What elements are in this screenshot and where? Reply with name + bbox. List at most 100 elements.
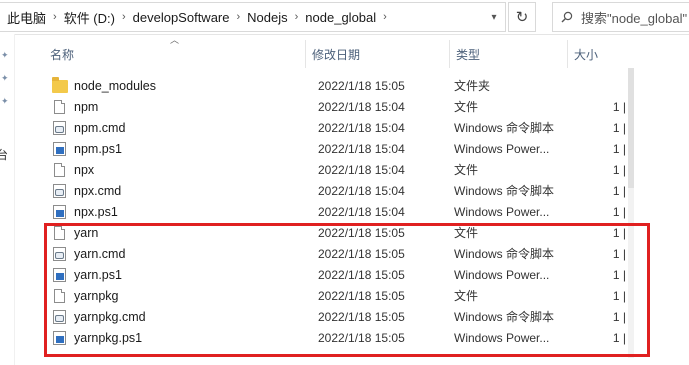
address-bar: 此电脑 › 软件 (D:) › developSoftware › Nodejs…: [0, 0, 689, 35]
pin-icon: ✦: [1, 96, 9, 106]
file-name: yarnpkg.cmd: [74, 309, 146, 324]
file-name: npm.ps1: [74, 141, 122, 156]
scrollbar-thumb[interactable]: [628, 68, 634, 188]
chevron-right-icon[interactable]: ›: [291, 11, 303, 23]
file-name-cell[interactable]: npx.cmd: [44, 183, 306, 198]
file-row[interactable]: node_modules 2022/1/18 15:05 文件夹: [44, 75, 634, 96]
column-name[interactable]: ︿ 名称: [44, 35, 306, 68]
file-row[interactable]: yarnpkg.cmd 2022/1/18 15:05 Windows 命令脚本 1 …: [44, 306, 634, 327]
chevron-right-icon[interactable]: ›: [118, 11, 130, 23]
file-name-cell[interactable]: yarn.ps1: [44, 267, 306, 282]
column-date[interactable]: 修改日期: [306, 40, 450, 68]
powershell-icon: [53, 330, 66, 345]
file-date: 2022/1/18 15:05: [318, 246, 405, 261]
powershell-icon: [53, 141, 66, 156]
folder-icon: [52, 77, 68, 93]
file-name-cell[interactable]: yarnpkg.cmd: [44, 309, 306, 324]
file-name-cell[interactable]: npm.cmd: [44, 120, 306, 135]
column-size[interactable]: 大小: [568, 40, 628, 68]
file-size: 1 |: [612, 162, 626, 177]
breadcrumb-item[interactable]: 此电脑: [4, 8, 49, 27]
file-icon: [54, 162, 65, 177]
address-history-dropdown[interactable]: ▾: [482, 3, 505, 31]
file-row[interactable]: yarnpkg.ps1 2022/1/18 15:05 Windows Power.…: [44, 327, 634, 348]
file-name-cell[interactable]: yarnpkg: [44, 288, 306, 303]
navigation-pane: ✦ ✦ ✦ 台: [0, 34, 15, 365]
cmd-script-icon: [53, 120, 66, 135]
file-name: yarn: [74, 225, 99, 240]
breadcrumb-item[interactable]: Nodejs: [244, 10, 290, 25]
file-name: npx: [74, 162, 95, 177]
file-name: yarn.ps1: [74, 267, 122, 282]
file-row[interactable]: npm.ps1 2022/1/18 15:04 Windows Power... 1 …: [44, 138, 634, 159]
file-date: 2022/1/18 15:04: [318, 183, 405, 198]
file-name-cell[interactable]: npm: [44, 99, 306, 114]
file-name: npx.cmd: [74, 183, 122, 198]
file-name-cell[interactable]: yarnpkg.ps1: [44, 330, 306, 345]
file-row[interactable]: npx.ps1 2022/1/18 15:04 Windows Power... 1 …: [44, 201, 634, 222]
breadcrumb[interactable]: 此电脑 › 软件 (D:) › developSoftware › Nodejs…: [0, 2, 506, 32]
file-row[interactable]: yarnpkg 2022/1/18 15:05 文件 1 |: [44, 285, 634, 306]
file-size: 1 |: [612, 267, 626, 282]
file-size: 1 |: [612, 288, 626, 303]
nav-item-label[interactable]: 台: [0, 146, 8, 163]
file-date: 2022/1/18 15:05: [318, 330, 405, 345]
file-date: 2022/1/18 15:05: [318, 267, 405, 282]
file-type: 文件: [454, 289, 479, 303]
file-row[interactable]: npx.cmd 2022/1/18 15:04 Windows 命令脚本 1 |: [44, 180, 634, 201]
column-type[interactable]: 类型: [450, 40, 568, 68]
file-row[interactable]: npx 2022/1/18 15:04 文件 1 |: [44, 159, 634, 180]
breadcrumb-list: 此电脑 › 软件 (D:) › developSoftware › Nodejs…: [0, 3, 482, 31]
file-size: 1 |: [612, 204, 626, 219]
file-type: 文件: [454, 226, 479, 240]
chevron-right-icon[interactable]: ›: [232, 11, 244, 23]
file-size: 1 |: [612, 246, 626, 261]
file-row[interactable]: npm.cmd 2022/1/18 15:04 Windows 命令脚本 1 |: [44, 117, 634, 138]
column-type-label: 类型: [456, 47, 481, 62]
file-name-cell[interactable]: node_modules: [44, 77, 306, 93]
file-type: Windows Power...: [454, 267, 550, 282]
file-type: Windows 命令脚本: [454, 310, 555, 324]
file-name: node_modules: [74, 78, 157, 93]
file-size: 1 |: [612, 183, 626, 198]
file-type: Windows Power...: [454, 204, 550, 219]
file-date: 2022/1/18 15:05: [318, 78, 405, 93]
file-size: 1 |: [612, 120, 626, 135]
file-size: 1 |: [612, 330, 626, 345]
file-name-cell[interactable]: yarn.cmd: [44, 246, 306, 261]
file-row[interactable]: npm 2022/1/18 15:04 文件 1 |: [44, 96, 634, 117]
pin-icon: ✦: [1, 73, 9, 83]
file-name: npx.ps1: [74, 204, 118, 219]
chevron-right-icon[interactable]: ›: [49, 11, 61, 23]
file-name: yarnpkg.ps1: [74, 330, 143, 345]
column-date-label: 修改日期: [312, 47, 361, 62]
refresh-button[interactable]: ↻: [508, 2, 536, 32]
file-date: 2022/1/18 15:05: [318, 225, 405, 240]
breadcrumb-item[interactable]: node_global: [302, 10, 379, 25]
file-type: Windows 命令脚本: [454, 247, 555, 261]
cmd-script-icon: [53, 309, 66, 324]
search-input[interactable]: 搜索"node_global": [552, 2, 689, 32]
vertical-scrollbar[interactable]: [628, 68, 634, 358]
chevron-right-icon[interactable]: ›: [379, 11, 391, 23]
column-header: ︿ 名称 修改日期 类型 大小: [44, 35, 628, 68]
file-row[interactable]: yarn 2022/1/18 15:05 文件 1 |: [44, 222, 634, 243]
file-date: 2022/1/18 15:04: [318, 99, 405, 114]
file-name: npm.cmd: [74, 120, 126, 135]
file-date: 2022/1/18 15:05: [318, 309, 405, 324]
file-name-cell[interactable]: yarn: [44, 225, 306, 240]
file-row[interactable]: yarn.ps1 2022/1/18 15:05 Windows Power... 1…: [44, 264, 634, 285]
file-size: 1 |: [612, 141, 626, 156]
file-name-cell[interactable]: npx.ps1: [44, 204, 306, 219]
file-name-cell[interactable]: npx: [44, 162, 306, 177]
file-name-cell[interactable]: npm.ps1: [44, 141, 306, 156]
file-row[interactable]: yarn.cmd 2022/1/18 15:05 Windows 命令脚本 1 |: [44, 243, 634, 264]
column-size-label: 大小: [574, 47, 599, 62]
file-icon: [54, 225, 65, 240]
breadcrumb-item[interactable]: 软件 (D:): [61, 8, 118, 27]
file-size: 1 |: [612, 309, 626, 324]
file-date: 2022/1/18 15:05: [318, 288, 405, 303]
breadcrumb-item[interactable]: developSoftware: [130, 10, 233, 25]
search-placeholder: 搜索"node_global": [581, 10, 688, 26]
powershell-icon: [53, 204, 66, 219]
